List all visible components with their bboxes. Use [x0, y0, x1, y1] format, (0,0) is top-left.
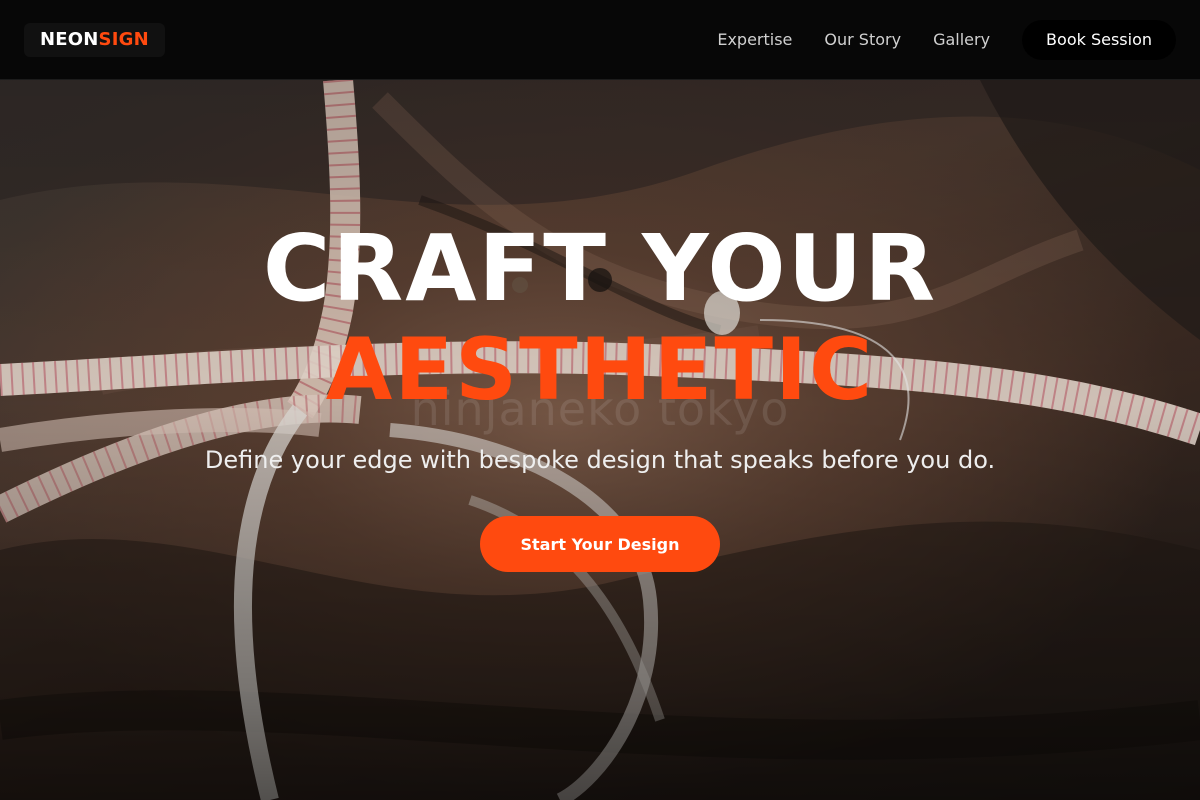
hero-section: ninjaneko tokyo CRAFT YOUR AESTHETIC Def… [0, 80, 1200, 800]
brand-logo[interactable]: NEON SIGN [24, 22, 165, 57]
hero-content: CRAFT YOUR AESTHETIC Define your edge wi… [0, 80, 1200, 800]
hero-title-line-2: AESTHETIC [325, 320, 875, 420]
hero-title-line-1: CRAFT YOUR [262, 215, 938, 322]
hero-subtitle: Define your edge with bespoke design tha… [204, 446, 996, 474]
nav-link-expertise[interactable]: Expertise [717, 30, 792, 49]
main-nav: Expertise Our Story Gallery Book Session [717, 19, 1176, 60]
logo-neon-text: NEON [40, 29, 99, 50]
nav-link-our-story[interactable]: Our Story [824, 30, 901, 49]
logo-sign-text: SIGN [98, 29, 149, 50]
site-header: NEON SIGN Expertise Our Story Gallery Boo… [0, 0, 1200, 80]
book-session-button[interactable]: Book Session [1022, 19, 1176, 60]
nav-link-gallery[interactable]: Gallery [933, 30, 990, 49]
start-design-button[interactable]: Start Your Design [480, 516, 720, 572]
